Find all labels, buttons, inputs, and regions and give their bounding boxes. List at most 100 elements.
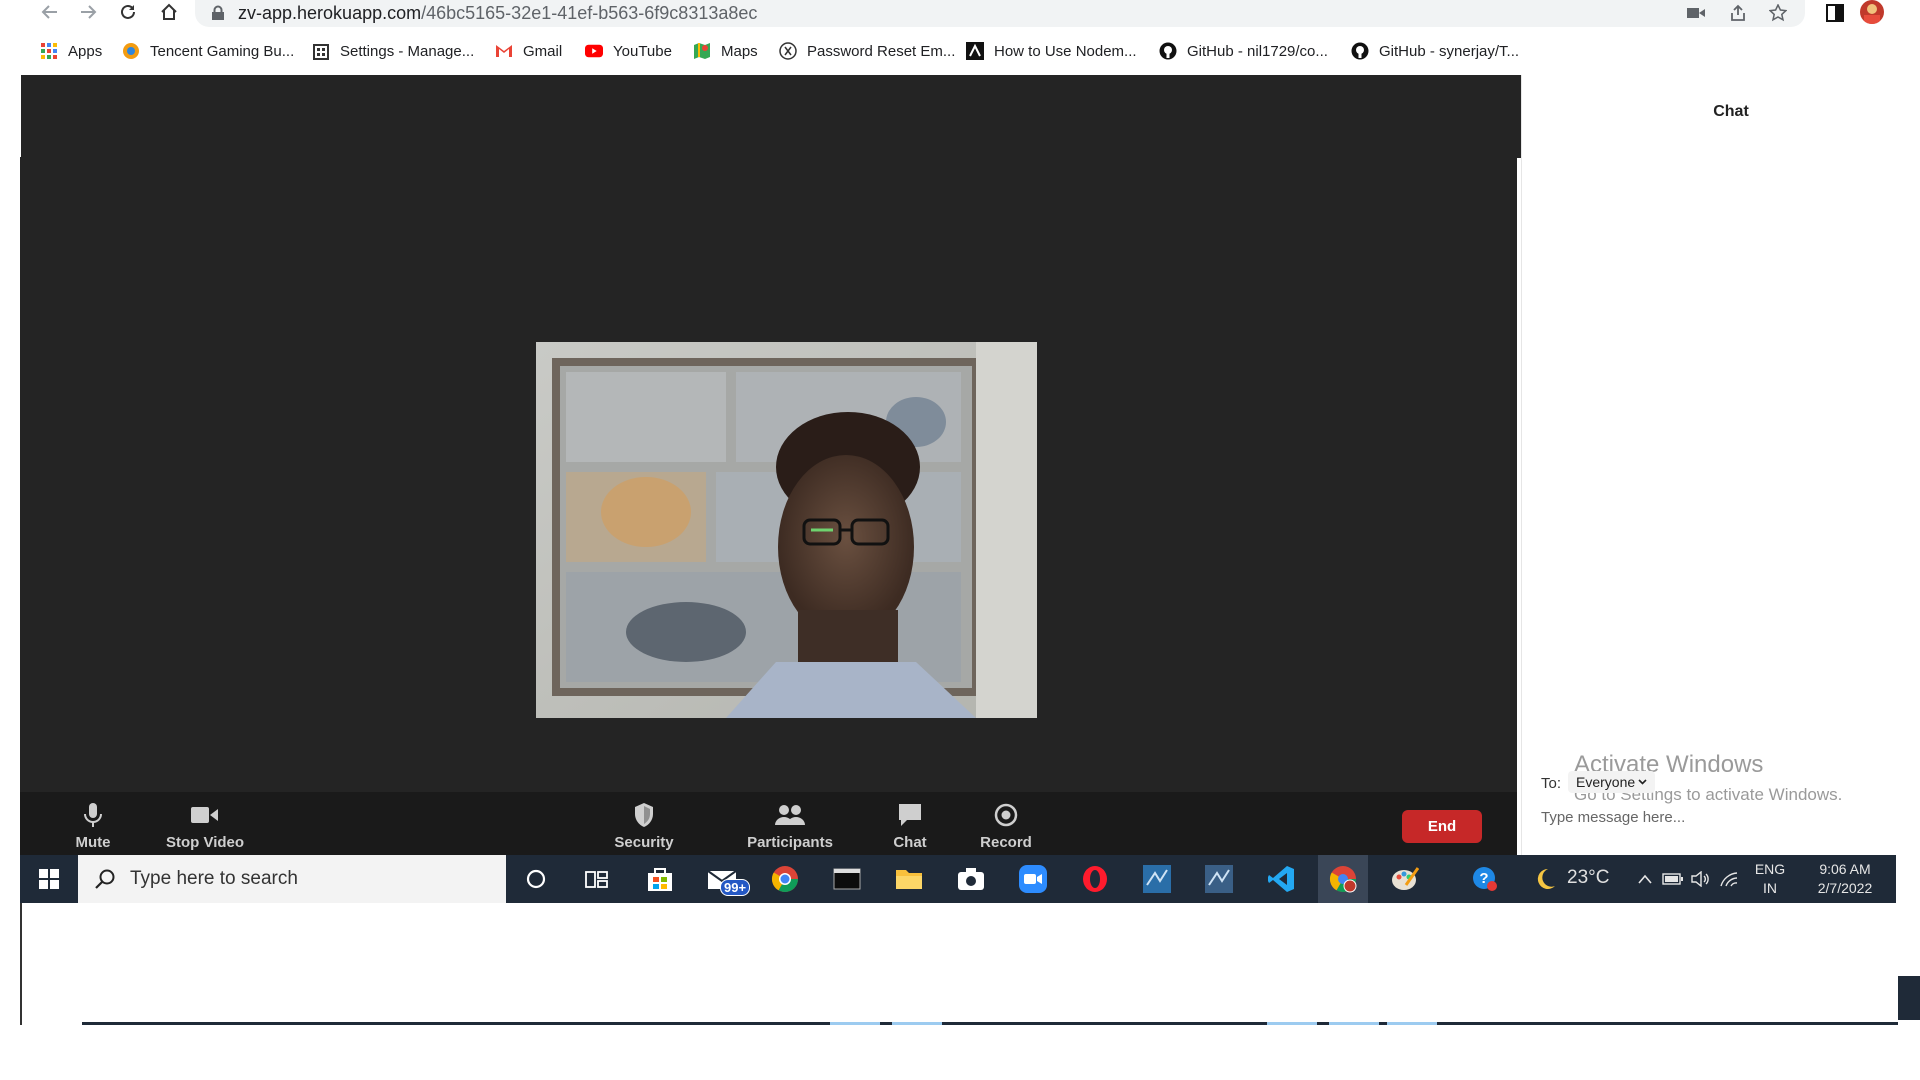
meeting-header-area [21,75,1521,158]
paint-icon[interactable] [1380,855,1430,903]
bookmark-github-nil1729[interactable]: GitHub - nil1729/co... [1159,36,1328,66]
notification-edge[interactable] [1898,976,1920,1020]
participants-icon [775,800,805,830]
chevron-up-icon[interactable] [1630,855,1660,903]
camera-indicator-icon[interactable] [1685,2,1707,24]
side-panel-icon[interactable] [1822,0,1848,26]
weather-moon-icon[interactable] [1520,855,1570,903]
reload-icon[interactable] [116,0,140,24]
region-code: IN [1763,880,1777,896]
chat-label: Chat [893,834,927,851]
record-label: Record [980,834,1032,851]
bookmark-label: Password Reset Em... [807,42,956,60]
start-button[interactable] [20,855,78,903]
bookmark-github-synerjay[interactable]: GitHub - synerjay/T... [1351,36,1519,66]
bookmark-settings[interactable]: Settings - Manage... [312,36,474,66]
bookmark-nodemailer[interactable]: How to Use Nodem... [966,36,1137,66]
mysql-workbench-2-icon[interactable] [1194,855,1244,903]
nodemailer-icon [966,42,984,60]
chrome-icon[interactable] [760,855,810,903]
participants-button[interactable]: Participants [725,792,855,855]
chat-button[interactable]: Chat [875,792,945,855]
opera-icon[interactable] [1070,855,1120,903]
bottom-edge-line [1267,1022,1317,1025]
help-icon[interactable]: ? [1460,855,1510,903]
participant-video[interactable] [536,342,1037,718]
chat-message-input[interactable] [1541,805,1891,829]
profile-avatar[interactable] [1860,0,1884,24]
x-circle-icon [779,42,797,60]
recipient-select[interactable]: Everyone [1568,771,1656,793]
bookmark-star-icon[interactable] [1767,2,1789,24]
windows-taskbar: Type here to search 99+ ? 23°C ENG IN 9:… [20,855,1896,903]
bookmark-label: How to Use Nodem... [994,42,1137,60]
bookmark-label: Tencent Gaming Bu... [150,42,295,60]
zoom-app-icon[interactable] [1008,855,1058,903]
bottom-edge-line [892,1022,942,1025]
vscode-icon[interactable] [1256,855,1306,903]
taskbar-search[interactable]: Type here to search [78,855,506,903]
chat-bubble-icon [895,800,925,830]
maps-icon [693,42,711,60]
gmail-icon [495,42,513,60]
record-icon [991,800,1021,830]
windows-logo-icon [39,869,59,889]
desktop-area [20,903,1896,1025]
back-icon[interactable] [38,0,62,24]
chevron-down-icon [1638,779,1647,785]
bottom-edge-line [1317,1022,1329,1025]
github-icon [1159,42,1177,60]
mute-button[interactable]: Mute [50,792,136,855]
bookmark-label: GitHub - nil1729/co... [1187,42,1328,60]
share-icon[interactable] [1727,2,1749,24]
record-button[interactable]: Record [966,792,1046,855]
url-path: /46bc5165-32e1-41ef-b563-6f9c8313a8ec [421,3,758,23]
bookmark-maps[interactable]: Maps [693,36,758,66]
bottom-edge-line [880,1022,892,1025]
clock-time: 9:06 AM [1819,861,1871,877]
camera-app-icon[interactable] [946,855,996,903]
security-label: Security [614,834,674,851]
microsoft-store-icon[interactable] [635,855,685,903]
forward-icon[interactable] [76,0,100,24]
video-camera-icon [190,800,220,830]
mysql-workbench-icon[interactable] [1132,855,1182,903]
bookmark-label: Maps [721,42,758,60]
temperature: 23°C [1567,867,1610,888]
search-icon [92,866,118,892]
battery-icon[interactable] [1658,855,1688,903]
participants-label: Participants [747,834,833,851]
security-button[interactable]: Security [599,792,689,855]
clock-date: 2/7/2022 [1817,880,1873,896]
cortana-icon[interactable] [511,855,561,903]
lock-icon [211,5,225,21]
file-explorer-icon[interactable] [884,855,934,903]
bookmark-apps[interactable]: Apps [40,36,102,66]
webcam-feed-image [536,342,1037,718]
stop-video-label: Stop Video [165,834,245,851]
building-icon [312,42,330,60]
task-view-icon[interactable] [572,855,622,903]
clock[interactable]: 9:06 AM 2/7/2022 [1800,861,1890,896]
youtube-icon [585,42,603,60]
apps-grid-icon [40,42,58,60]
recipient-value: Everyone [1576,774,1636,790]
bottom-edge-line [1437,1022,1898,1025]
end-meeting-button[interactable]: End [1402,810,1482,843]
recipient-label: To: [1541,775,1562,792]
bottom-edge-line [512,1022,830,1025]
volume-icon[interactable] [1686,855,1716,903]
terminal-icon[interactable] [822,855,872,903]
bookmark-gmail[interactable]: Gmail [495,36,562,66]
bookmark-youtube[interactable]: YouTube [585,36,672,66]
bookmark-label: Settings - Manage... [340,42,475,60]
bookmark-tencent[interactable]: Tencent Gaming Bu... [122,36,294,66]
chrome-profile-icon[interactable] [1318,855,1368,903]
bookmark-password-reset[interactable]: Password Reset Em... [779,36,955,66]
bottom-edge-line [1379,1022,1387,1025]
home-icon[interactable] [157,0,181,24]
address-bar[interactable]: zv-app.herokuapp.com/46bc5165-32e1-41ef-… [195,0,1805,27]
language-indicator[interactable]: ENG IN [1750,861,1790,896]
stop-video-button[interactable]: Stop Video [144,792,266,855]
wifi-icon[interactable] [1714,855,1744,903]
